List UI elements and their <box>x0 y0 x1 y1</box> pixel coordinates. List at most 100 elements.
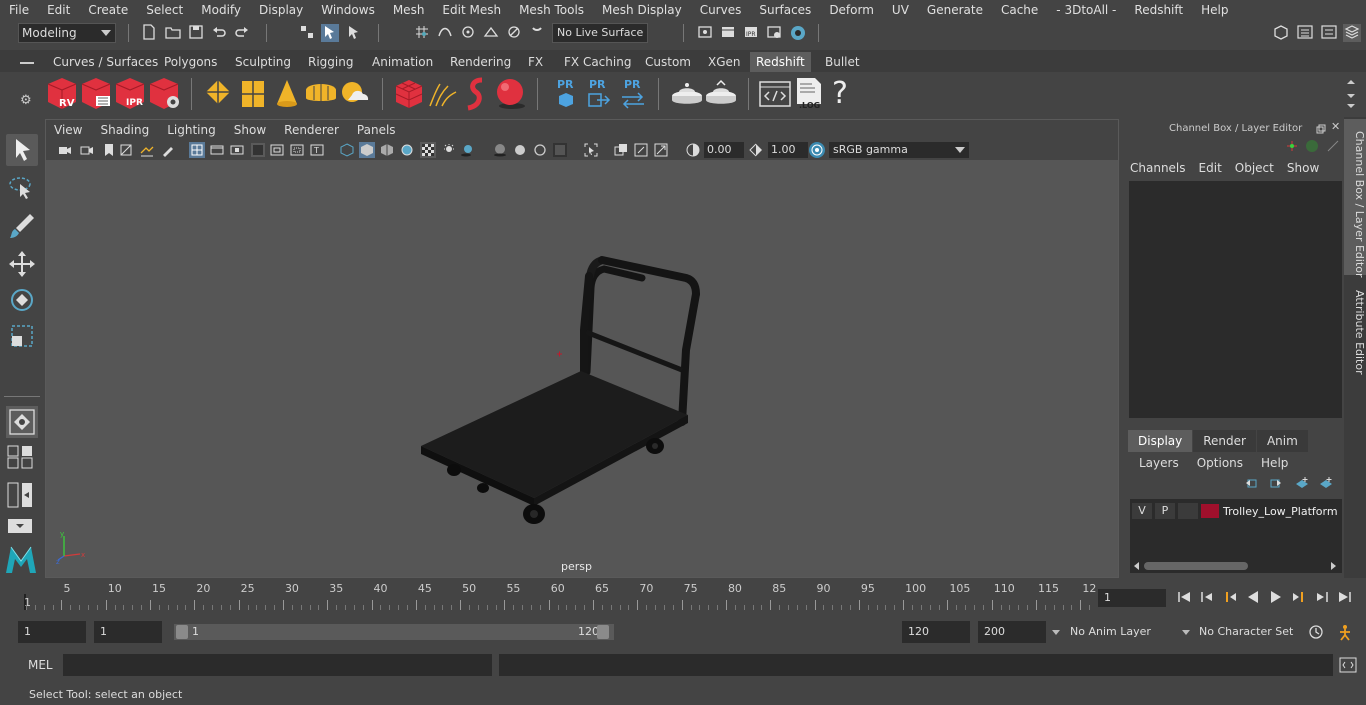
layer-row[interactable]: V P Trolley_Low_Platform <box>1132 501 1340 521</box>
menu-mesh[interactable]: Mesh <box>384 0 434 20</box>
redshift-render-sequence-icon[interactable] <box>80 76 114 112</box>
menu-generate[interactable]: Generate <box>918 0 992 20</box>
move-layer-down-icon[interactable] <box>1268 476 1282 490</box>
gate-mask-icon[interactable] <box>251 143 265 157</box>
move-layer-up-icon[interactable] <box>1245 476 1259 490</box>
menu-windows[interactable]: Windows <box>312 0 384 20</box>
shelf-tab-bullet[interactable]: Bullet <box>819 52 866 72</box>
layer-tab-anim[interactable]: Anim <box>1256 430 1308 452</box>
toggle-tool-settings-icon[interactable] <box>1320 24 1338 42</box>
shelf-tab-curves-surfaces[interactable]: Curves / Surfaces <box>47 52 164 72</box>
film-gate-icon[interactable] <box>210 143 224 157</box>
menu-mesh-display[interactable]: Mesh Display <box>593 0 691 20</box>
menu-surfaces[interactable]: Surfaces <box>750 0 820 20</box>
exposure-icon[interactable] <box>686 143 700 157</box>
menu-modify[interactable]: Modify <box>192 0 250 20</box>
live-surface-field[interactable]: No Live Surface <box>552 23 648 43</box>
snap-to-grid-icon[interactable] <box>413 24 431 42</box>
play-backwards-icon[interactable] <box>1244 589 1262 607</box>
range-slider-track[interactable]: 1 120 <box>174 624 614 640</box>
toggle-attribute-editor-icon[interactable] <box>1296 24 1314 42</box>
new-layer-icon[interactable] <box>1294 476 1308 490</box>
layout-outliner-icon[interactable] <box>6 516 38 540</box>
shelf-tab-animation[interactable]: Animation <box>366 52 439 72</box>
use-all-lights-icon[interactable] <box>442 143 456 157</box>
menu-select[interactable]: Select <box>137 0 192 20</box>
backface-culling-icon[interactable] <box>654 143 668 157</box>
isolate-select-icon[interactable] <box>584 143 598 157</box>
paint-select-tool-icon[interactable] <box>6 210 38 242</box>
scroll-left-icon[interactable] <box>1134 562 1139 570</box>
pr-object-icon[interactable]: PR <box>550 76 584 112</box>
rotate-tool-icon[interactable] <box>6 284 38 316</box>
redo-icon[interactable] <box>233 24 251 42</box>
step-forward-frame-icon[interactable] <box>1313 589 1331 607</box>
make-live-icon[interactable] <box>505 24 523 42</box>
redshift-script-icon[interactable] <box>758 76 792 112</box>
move-tool-icon[interactable] <box>6 248 38 280</box>
shelf-tab-sculpting[interactable]: Sculpting <box>229 52 297 72</box>
open-scene-icon[interactable] <box>164 24 182 42</box>
layer-color-swatch[interactable] <box>1201 504 1219 518</box>
viewport-canvas[interactable]: x y z persp <box>46 160 1118 577</box>
play-forwards-icon[interactable] <box>1267 589 1285 607</box>
exposure-field[interactable]: 0.00 <box>704 142 744 158</box>
snap-magnet-icon[interactable] <box>528 24 546 42</box>
layer-display-type-toggle[interactable] <box>1178 503 1198 519</box>
hypershade-icon[interactable] <box>789 24 807 42</box>
render-current-frame-icon[interactable] <box>719 24 737 42</box>
smooth-shade-icon[interactable] <box>359 142 375 158</box>
layer-playback-toggle[interactable]: P <box>1155 503 1175 519</box>
menuset-dropdown[interactable]: Modeling <box>18 23 116 43</box>
redshift-spot-light-icon[interactable] <box>270 76 304 112</box>
toggle-channel-box-icon[interactable] <box>1343 24 1361 42</box>
camera-attributes-icon[interactable] <box>80 143 94 157</box>
menu-file[interactable]: File <box>0 0 38 20</box>
trolley-model[interactable] <box>46 160 1118 577</box>
range-start-handle[interactable] <box>176 625 188 639</box>
go-to-start-icon[interactable] <box>1175 589 1193 607</box>
screen-space-ao-icon[interactable] <box>493 143 507 157</box>
menu-uv[interactable]: UV <box>883 0 918 20</box>
redshift-dome-light-icon[interactable] <box>304 76 338 112</box>
snap-to-point-icon[interactable] <box>459 24 477 42</box>
layer-name[interactable]: Trolley_Low_Platform <box>1223 505 1338 518</box>
select-by-object-icon[interactable] <box>321 24 339 42</box>
layout-two-panes-icon[interactable] <box>6 480 38 510</box>
viewport-menu-shading[interactable]: Shading <box>92 123 159 137</box>
menu-create[interactable]: Create <box>79 0 137 20</box>
xray-icon[interactable] <box>420 142 436 158</box>
select-by-component-icon[interactable] <box>345 24 363 42</box>
grid-toggle-icon[interactable] <box>189 142 205 158</box>
scrollbar-thumb[interactable] <box>1144 562 1248 570</box>
playback-end-field[interactable]: 120 <box>902 621 970 643</box>
shelf-tab-rendering[interactable]: Rendering <box>444 52 517 72</box>
render-view-icon[interactable] <box>696 24 714 42</box>
shadows-icon[interactable] <box>460 143 474 157</box>
layer-tab-render[interactable]: Render <box>1193 430 1256 452</box>
viewport-menu-show[interactable]: Show <box>226 123 276 137</box>
time-slider[interactable]: 1 5 10 15 20 25 30 35 40 45 50 55 60 65 70 75 80 85 90 95 1… <box>18 580 1096 610</box>
side-tab-channel-box[interactable]: Channel Box / Layer Editor <box>1344 119 1366 278</box>
pr-export-icon[interactable]: PR <box>582 76 616 112</box>
color-management-icon[interactable] <box>809 142 825 158</box>
scale-tool-icon[interactable] <box>6 320 38 352</box>
redshift-bake-set-icon[interactable] <box>704 76 738 112</box>
redshift-render-settings-icon[interactable] <box>148 76 182 112</box>
gamma-icon[interactable] <box>749 143 763 157</box>
channel-box-settings-icon[interactable] <box>1326 139 1340 153</box>
shelf-scroll-icon[interactable] <box>1346 76 1356 112</box>
menu-edit[interactable]: Edit <box>38 0 79 20</box>
menu-mesh-tools[interactable]: Mesh Tools <box>510 0 593 20</box>
float-panel-icon[interactable] <box>1316 123 1326 134</box>
resolution-gate-icon[interactable] <box>230 143 244 157</box>
shelf-tab-custom[interactable]: Custom <box>639 52 697 72</box>
channel-box-menu-channels[interactable]: Channels <box>1123 161 1192 179</box>
snap-to-view-plane-icon[interactable] <box>482 24 500 42</box>
select-tool-icon[interactable] <box>6 134 38 166</box>
viewport-menu-view[interactable]: View <box>46 123 92 137</box>
redshift-ipr-icon[interactable]: IPR <box>114 76 148 112</box>
menu-edit-mesh[interactable]: Edit Mesh <box>433 0 510 20</box>
wireframe-icon[interactable] <box>340 143 354 157</box>
xray-active-components-icon[interactable] <box>634 143 648 157</box>
